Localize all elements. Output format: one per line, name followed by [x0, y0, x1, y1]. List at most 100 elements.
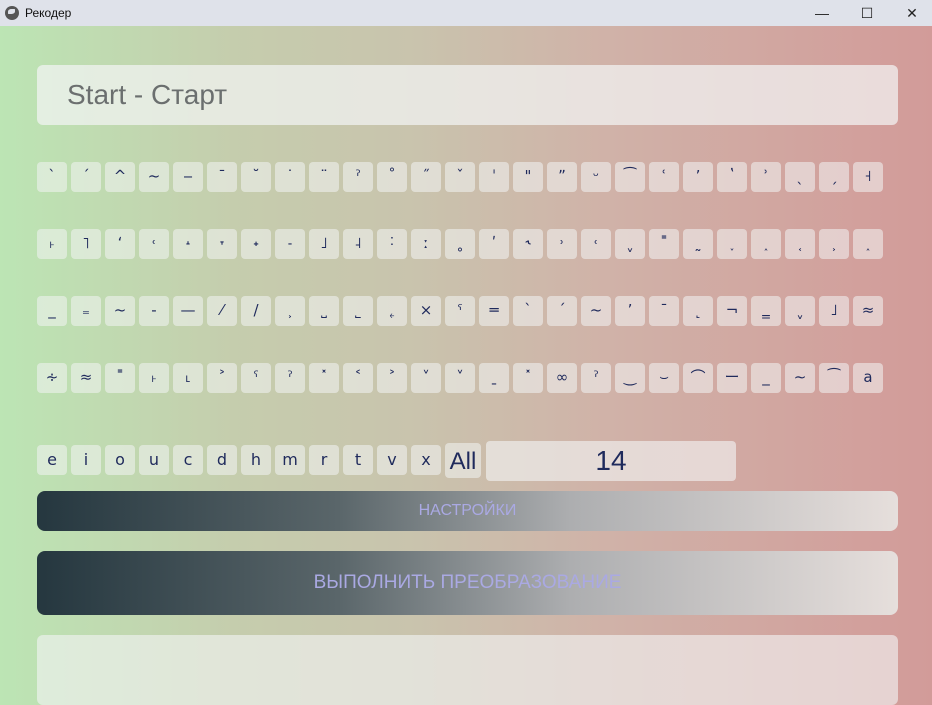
diacritic-key[interactable]: ˻	[683, 296, 713, 326]
diacritic-key[interactable]: ˨	[343, 229, 373, 259]
diacritic-key[interactable]: ˚	[377, 162, 407, 192]
letter-key[interactable]: m	[275, 445, 305, 475]
diacritic-key[interactable]: ˬ	[785, 296, 815, 326]
diacritic-key[interactable]: `	[37, 162, 67, 192]
diacritic-key[interactable]: ˽	[309, 296, 339, 326]
diacritic-key[interactable]: ˀ	[275, 363, 305, 393]
diacritic-key[interactable]: ʹ	[479, 229, 509, 259]
letter-key[interactable]: x	[411, 445, 441, 475]
diacritic-key[interactable]: ˈ	[479, 162, 509, 192]
minimize-button[interactable]: —	[799, 0, 845, 26]
diacritic-key[interactable]: ˰	[853, 229, 883, 259]
diacritic-key[interactable]: ˿	[377, 296, 407, 326]
diacritic-key[interactable]: ˎ	[785, 162, 815, 192]
diacritic-key[interactable]: ˷	[683, 229, 713, 259]
diacritic-key[interactable]: ×	[411, 296, 441, 326]
settings-button[interactable]: НАСТРОЙКИ	[37, 491, 898, 531]
diacritic-key[interactable]: ˞	[513, 229, 543, 259]
diacritic-key[interactable]: ˰	[751, 229, 781, 259]
diacritic-key[interactable]: "	[513, 162, 543, 192]
letter-key[interactable]: u	[139, 445, 169, 475]
diacritic-key[interactable]: ˉ	[649, 296, 679, 326]
diacritic-key[interactable]: ∻	[37, 363, 67, 393]
diacritic-key[interactable]: ∞	[547, 363, 577, 393]
diacritic-key[interactable]: ˕	[207, 229, 237, 259]
diacritic-key[interactable]: ʾ	[751, 162, 781, 192]
diacritic-key[interactable]: ˀ	[343, 162, 373, 192]
diacritic-key[interactable]: ʿ	[649, 162, 679, 192]
diacritic-key[interactable]: ∼	[785, 363, 815, 393]
diacritic-key[interactable]: ˂	[343, 363, 373, 393]
diacritic-key[interactable]: ʻ	[105, 229, 135, 259]
diacritic-key[interactable]: ⁄	[207, 296, 237, 326]
diacritic-key[interactable]: ˬ	[615, 229, 645, 259]
diacritic-key[interactable]: ˮ	[547, 162, 577, 192]
diacritic-key[interactable]: ˓	[139, 229, 169, 259]
diacritic-key[interactable]: ˥	[71, 229, 101, 259]
diacritic-key[interactable]: ˙	[275, 162, 305, 192]
diacritic-key[interactable]: _	[751, 363, 781, 393]
diacritic-key[interactable]: ⁀	[819, 363, 849, 393]
diacritic-key[interactable]: ˔	[173, 229, 203, 259]
diacritic-key[interactable]: -	[139, 296, 169, 326]
diacritic-key[interactable]: ˗	[275, 229, 305, 259]
diacritic-key[interactable]: ˫	[139, 363, 169, 393]
diacritic-key[interactable]: ˧	[853, 162, 883, 192]
diacritic-key[interactable]: ˾	[343, 296, 373, 326]
diacritic-key[interactable]: ˊ	[547, 296, 577, 326]
diacritic-key[interactable]: ˃	[377, 363, 407, 393]
diacritic-key[interactable]: ≈	[71, 363, 101, 393]
letter-key[interactable]: r	[309, 445, 339, 475]
run-conversion-button[interactable]: ВЫПОЛНИТЬ ПРЕОБРАЗОВАНИЕ	[37, 551, 898, 615]
diacritic-key[interactable]: ˘	[241, 162, 271, 192]
letter-key[interactable]: d	[207, 445, 237, 475]
letter-key[interactable]: h	[241, 445, 271, 475]
all-button[interactable]: All	[445, 443, 481, 478]
diacritic-key[interactable]: ˏ	[819, 162, 849, 192]
diacritic-key[interactable]: ˇ	[445, 162, 475, 192]
diacritic-key[interactable]: ⌒	[683, 363, 713, 393]
diacritic-key[interactable]: ˒	[547, 229, 577, 259]
diacritic-key[interactable]: ⌣	[649, 363, 679, 393]
diacritic-key[interactable]: ʼ	[683, 162, 713, 192]
diacritic-key[interactable]: ´	[71, 162, 101, 192]
diacritic-key[interactable]: ˩	[819, 296, 849, 326]
output-field[interactable]	[37, 635, 898, 705]
diacritic-key[interactable]: ˓	[581, 229, 611, 259]
diacritic-key[interactable]: ˤ	[445, 296, 475, 326]
letter-key[interactable]: v	[377, 445, 407, 475]
diacritic-key[interactable]: ¨	[309, 162, 339, 192]
letter-key[interactable]: c	[173, 445, 203, 475]
diacritic-key[interactable]: ˭	[105, 363, 135, 393]
diacritic-key[interactable]: ˅	[445, 363, 475, 393]
diacritic-key[interactable]: ː	[411, 229, 441, 259]
diacritic-key[interactable]: ^	[105, 162, 135, 192]
diacritic-key[interactable]: ˝	[411, 162, 441, 192]
diacritic-key[interactable]: _	[37, 296, 67, 326]
diacritic-key[interactable]: ~	[581, 296, 611, 326]
diacritic-key[interactable]: ˫	[37, 229, 67, 259]
diacritic-key[interactable]: ˳	[445, 229, 475, 259]
diacritic-key[interactable]: ˖	[241, 229, 271, 259]
diacritic-key[interactable]: ~	[105, 296, 135, 326]
diacritic-key[interactable]: ¬	[717, 296, 747, 326]
letter-key[interactable]: t	[343, 445, 373, 475]
diacritic-key[interactable]: ⁀	[615, 162, 645, 192]
diacritic-key[interactable]: ˲	[275, 296, 305, 326]
diacritic-key[interactable]: ≈	[853, 296, 883, 326]
diacritic-key[interactable]: `	[513, 296, 543, 326]
diacritic-key[interactable]: ˸	[377, 229, 407, 259]
diacritic-key[interactable]: ‿	[615, 363, 645, 393]
diacritic-key[interactable]: ー	[717, 363, 747, 393]
diacritic-key[interactable]: ₌	[71, 296, 101, 326]
count-input[interactable]: 14	[486, 441, 736, 481]
letter-key[interactable]: o	[105, 445, 135, 475]
diacritic-key[interactable]: ˪	[173, 363, 203, 393]
diacritic-key[interactable]: ˭	[649, 229, 679, 259]
close-button[interactable]: ✕	[889, 0, 932, 26]
diacritic-key[interactable]: ᵕ	[581, 162, 611, 192]
diacritic-key[interactable]: a	[853, 363, 883, 393]
diacritic-key[interactable]: —	[173, 296, 203, 326]
diacritic-key[interactable]: ˀ	[581, 363, 611, 393]
diacritic-key[interactable]: ‒	[173, 162, 203, 192]
